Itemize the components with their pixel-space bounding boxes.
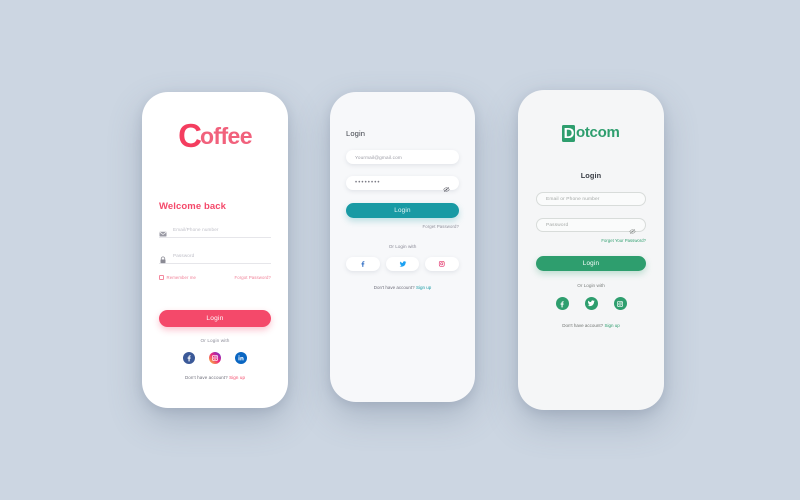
- social-login-row: [346, 257, 460, 271]
- signup-row: Don't have account? Sign up: [159, 375, 271, 380]
- login-heading: Login: [346, 129, 366, 138]
- password-input[interactable]: Password: [536, 218, 646, 234]
- social-login-row: [159, 352, 271, 364]
- login-heading: Login: [580, 171, 602, 180]
- phone-mockup-dotcom: Dotcom Login Email or Phone number Passw…: [518, 90, 664, 410]
- signup-row: Don't have account? Sign up: [346, 285, 459, 290]
- forgot-password-link[interactable]: Forget Your Password?: [536, 238, 646, 243]
- forgot-password-link[interactable]: Forget Password?: [346, 224, 459, 229]
- login-button[interactable]: Login: [159, 310, 271, 327]
- signup-prompt: Don't have account?: [184, 375, 228, 380]
- email-placeholder: Email or Phone number: [546, 196, 600, 202]
- welcome-heading: Welcome back: [159, 201, 227, 212]
- password-field-row[interactable]: Password: [159, 251, 271, 264]
- facebook-icon[interactable]: [555, 297, 569, 310]
- signup-link[interactable]: Sign up: [416, 285, 431, 290]
- twitter-icon: [399, 260, 407, 268]
- email-placeholder: Email/Phone number: [173, 226, 219, 232]
- facebook-icon: [359, 260, 367, 268]
- or-login-with-label: Or Login with: [388, 244, 417, 249]
- or-login-with-label: Or Login with: [577, 283, 605, 288]
- email-field-row[interactable]: Email/Phone number: [159, 225, 271, 238]
- remember-me-label: Remember me: [166, 275, 197, 280]
- instagram-button[interactable]: [425, 257, 460, 271]
- remember-forgot-row: Remember me Forgot Password?: [159, 275, 271, 280]
- phone-mockup-coffee: Coffee Welcome back Email/Phone number P…: [142, 92, 288, 408]
- password-placeholder: Password: [546, 222, 569, 228]
- password-placeholder: Password: [173, 252, 195, 258]
- dotcom-logo-text: otcom: [575, 124, 620, 141]
- lock-icon: [159, 251, 167, 264]
- remember-me-checkbox[interactable]: Remember me: [159, 275, 196, 280]
- coffee-logo-text: offee: [199, 123, 253, 149]
- password-input[interactable]: ••••••••: [346, 176, 459, 192]
- checkbox-box: [159, 275, 164, 280]
- twitter-icon[interactable]: [584, 297, 598, 310]
- twitter-button[interactable]: [385, 257, 420, 271]
- social-login-row: [536, 297, 646, 310]
- envelope-icon: [159, 225, 167, 237]
- email-value: Yourmail@gmail.com: [355, 154, 402, 160]
- phone-mockup-teal: Login Yourmail@gmail.com •••••••• Login …: [330, 92, 475, 402]
- coffee-logo-accent-letter: C: [178, 117, 202, 154]
- email-input[interactable]: Yourmail@gmail.com: [346, 150, 459, 164]
- password-value: ••••••••: [355, 180, 381, 186]
- signup-prompt: Don't have account?: [562, 323, 604, 328]
- or-login-with-label: Or Login with: [200, 338, 230, 343]
- mockup-stage: Coffee Welcome back Email/Phone number P…: [0, 0, 800, 500]
- signup-link[interactable]: Sign up: [604, 323, 619, 328]
- instagram-icon[interactable]: [613, 297, 627, 310]
- instagram-icon[interactable]: [209, 352, 221, 364]
- signup-link[interactable]: Sign up: [229, 375, 245, 380]
- coffee-logo: Coffee: [159, 119, 271, 152]
- instagram-icon: [438, 260, 446, 268]
- facebook-icon[interactable]: [183, 352, 195, 364]
- eye-slash-icon[interactable]: [629, 222, 636, 234]
- facebook-button[interactable]: [346, 257, 380, 271]
- forgot-password-link[interactable]: Forgot Password?: [235, 275, 271, 280]
- dotcom-logo-accent-letter: D: [562, 124, 576, 142]
- login-button[interactable]: Login: [346, 203, 459, 218]
- email-input[interactable]: Email or Phone number: [536, 192, 646, 206]
- linkedin-icon[interactable]: [235, 352, 247, 364]
- eye-slash-icon[interactable]: [443, 180, 450, 192]
- signup-prompt: Don't have account?: [373, 285, 415, 290]
- signup-row: Don't have account? Sign up: [536, 323, 646, 328]
- dotcom-logo: Dotcom: [536, 123, 646, 143]
- login-button[interactable]: Login: [536, 256, 646, 271]
